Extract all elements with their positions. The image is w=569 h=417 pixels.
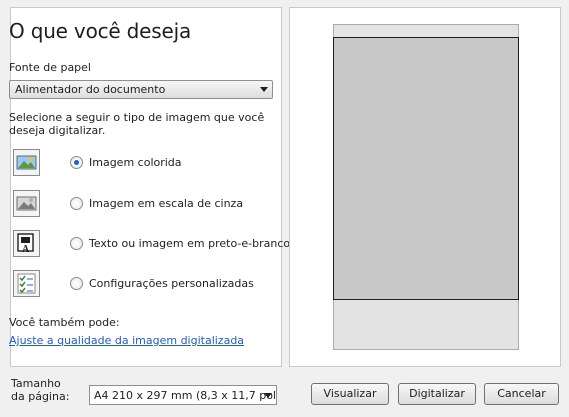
page-size-label: Tamanho da página: [11, 377, 69, 403]
color-image-label: Imagem colorida [89, 156, 182, 169]
custom-settings-label: Configurações personalizadas [89, 277, 254, 290]
chevron-down-icon [260, 87, 268, 92]
cancel-button[interactable]: Cancelar [484, 383, 559, 405]
svg-text:A: A [22, 244, 30, 255]
custom-settings-radio[interactable] [70, 277, 83, 290]
color-image-radio[interactable] [70, 156, 83, 169]
custom-settings-icon[interactable] [13, 270, 40, 297]
grayscale-image-label: Imagem em escala de cinza [89, 197, 244, 210]
chevron-down-icon [264, 393, 272, 398]
paper-source-label: Fonte de papel [9, 61, 91, 74]
scan-area[interactable] [333, 37, 519, 300]
grayscale-image-radio[interactable] [70, 197, 83, 210]
page-size-dropdown[interactable]: A4 210 x 297 mm (8,3 x 11,7 pol [89, 385, 277, 405]
page-size-label-line1: Tamanho [11, 377, 61, 390]
page-title: O que você deseja [9, 19, 192, 43]
black-white-radio[interactable] [70, 237, 83, 250]
grayscale-photo-icon[interactable] [13, 190, 40, 217]
image-type-description: Selecione a seguir o tipo de imagem que … [9, 111, 265, 137]
option-custom-settings[interactable]: Configurações personalizadas [13, 270, 273, 298]
page-size-value: A4 210 x 297 mm (8,3 x 11,7 pol [94, 389, 276, 402]
option-color-image[interactable]: Imagem colorida [13, 149, 273, 177]
scan-button[interactable]: Digitalizar [398, 383, 476, 405]
paper-source-dropdown[interactable]: Alimentador do documento [9, 80, 273, 99]
black-white-text-icon[interactable]: A [13, 230, 40, 257]
also-label: Você também pode: [9, 316, 120, 329]
black-white-label: Texto ou imagem em preto-e-branco [89, 237, 291, 250]
paper-source-value: Alimentador do documento [15, 83, 166, 96]
color-photo-icon[interactable] [13, 149, 40, 176]
option-grayscale-image[interactable]: Imagem em escala de cinza [13, 190, 273, 218]
page-size-label-line2: da página: [11, 390, 70, 403]
option-black-white[interactable]: A Texto ou imagem em preto-e-branco [13, 230, 290, 258]
preview-button[interactable]: Visualizar [311, 383, 389, 405]
adjust-quality-link[interactable]: Ajuste a qualidade da imagem digitalizad… [9, 334, 244, 347]
